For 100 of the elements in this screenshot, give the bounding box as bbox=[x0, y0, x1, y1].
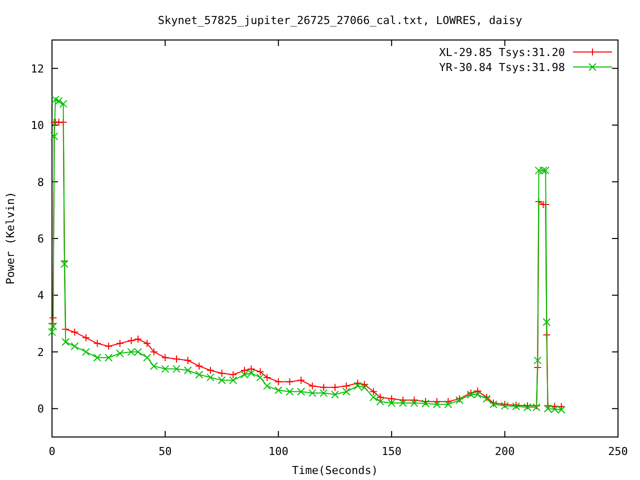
data-point-marker bbox=[54, 118, 63, 126]
data-point-marker bbox=[550, 402, 559, 410]
data-point-marker bbox=[274, 386, 282, 394]
data-point-marker bbox=[218, 376, 226, 384]
data-point-marker bbox=[104, 342, 113, 350]
tick-label: 50 bbox=[158, 445, 172, 458]
data-point-marker bbox=[256, 373, 264, 382]
data-point-marker bbox=[150, 362, 158, 370]
chart-title: Skynet_57825_jupiter_26725_27066_cal.txt, LOWRES, daisy bbox=[158, 14, 522, 27]
data-point-marker bbox=[229, 370, 238, 379]
tick-label: 12 bbox=[30, 62, 44, 76]
data-point-marker bbox=[550, 405, 559, 414]
data-point-marker bbox=[376, 398, 384, 406]
legend-label: YR-30.84 Tsys:31.98 bbox=[439, 61, 565, 74]
data-point-marker bbox=[59, 100, 68, 108]
data-point-marker bbox=[127, 348, 136, 356]
data-point-marker bbox=[206, 366, 214, 374]
data-point-marker bbox=[70, 342, 79, 350]
legend-line-sample bbox=[572, 48, 612, 56]
data-point-marker bbox=[240, 366, 248, 374]
data-point-marker bbox=[557, 402, 566, 411]
data-point-marker bbox=[195, 370, 204, 379]
tick-label: 8 bbox=[37, 176, 44, 189]
data-point-marker bbox=[539, 166, 548, 174]
data-point-marker bbox=[184, 356, 192, 364]
axis-title: Power (Kelvin) bbox=[4, 192, 17, 284]
data-point-marker bbox=[320, 389, 328, 398]
tick-label: 100 bbox=[268, 445, 288, 458]
legend-label: XL-29.85 Tsys:31.20 bbox=[439, 46, 565, 59]
data-point-marker bbox=[218, 369, 226, 378]
data-point-marker bbox=[93, 354, 102, 362]
data-point-marker bbox=[388, 394, 396, 403]
data-point-marker bbox=[410, 398, 418, 407]
data-point-marker bbox=[297, 388, 306, 396]
data-point-marker bbox=[410, 396, 418, 404]
data-point-marker bbox=[432, 400, 441, 408]
data-point-marker bbox=[240, 370, 248, 379]
tick-label: 0 bbox=[48, 445, 56, 458]
data-point-marker bbox=[161, 364, 170, 373]
tick-label: 10 bbox=[30, 119, 44, 132]
data-point-marker bbox=[247, 369, 256, 378]
data-point-marker bbox=[354, 382, 362, 390]
data-point-marker bbox=[82, 334, 90, 342]
data-point-marker bbox=[388, 398, 396, 407]
data-point-marker bbox=[542, 166, 550, 174]
data-point-marker bbox=[127, 336, 136, 345]
data-point-marker bbox=[398, 398, 407, 407]
data-point-marker bbox=[60, 260, 68, 268]
axis-title: Time(Seconds) bbox=[292, 464, 378, 477]
data-point-marker bbox=[398, 396, 407, 404]
data-point-marker bbox=[51, 96, 60, 104]
data-point-marker bbox=[104, 354, 113, 362]
data-point-marker bbox=[360, 380, 368, 389]
data-point-marker bbox=[286, 388, 294, 396]
data-point-marker bbox=[544, 404, 552, 413]
data-point-marker bbox=[422, 398, 430, 406]
data-point-marker bbox=[474, 390, 482, 398]
data-point-marker bbox=[134, 348, 142, 356]
data-point-marker bbox=[263, 382, 272, 390]
data-point-marker bbox=[184, 366, 192, 374]
data-point-marker bbox=[534, 166, 543, 174]
data-point-marker bbox=[360, 383, 368, 392]
data-point-marker bbox=[172, 364, 181, 373]
data-point-marker bbox=[474, 387, 482, 396]
data-point-marker bbox=[297, 376, 306, 384]
data-point-marker bbox=[247, 364, 256, 373]
data-point-marker bbox=[274, 378, 282, 386]
tick-label: 6 bbox=[37, 232, 44, 246]
data-point-marker bbox=[206, 373, 214, 382]
legend-line-sample bbox=[572, 63, 612, 71]
data-point-marker bbox=[542, 318, 551, 326]
data-point-marker bbox=[70, 328, 79, 336]
data-point-marker bbox=[161, 354, 170, 362]
data-point-marker bbox=[444, 398, 452, 406]
tick-label: 250 bbox=[608, 445, 628, 458]
data-point-marker bbox=[256, 368, 264, 376]
data-point-marker bbox=[50, 132, 58, 140]
data-point-marker bbox=[116, 349, 124, 358]
data-point-marker bbox=[143, 339, 152, 348]
tick-label: 2 bbox=[37, 346, 44, 359]
data-point-marker bbox=[308, 389, 316, 398]
tick-label: 200 bbox=[494, 445, 515, 458]
data-point-marker bbox=[82, 348, 90, 356]
tick-label: 150 bbox=[382, 445, 402, 458]
data-point-marker bbox=[534, 198, 543, 206]
tick-label: 4 bbox=[37, 289, 44, 302]
data-point-marker bbox=[534, 356, 542, 364]
data-point-marker bbox=[376, 393, 384, 402]
data-point-marker bbox=[143, 354, 152, 362]
data-point-marker bbox=[229, 376, 238, 384]
data-point-marker bbox=[422, 400, 430, 408]
data-point-marker bbox=[557, 406, 566, 414]
tick-label: 0 bbox=[37, 402, 44, 416]
data-point-marker bbox=[444, 400, 452, 408]
data-point-marker bbox=[320, 383, 328, 392]
data-point-marker bbox=[542, 330, 551, 339]
data-point-marker bbox=[354, 379, 362, 388]
data-point-marker bbox=[286, 378, 294, 386]
data-point-marker bbox=[134, 335, 142, 344]
data-point-marker bbox=[172, 355, 181, 364]
